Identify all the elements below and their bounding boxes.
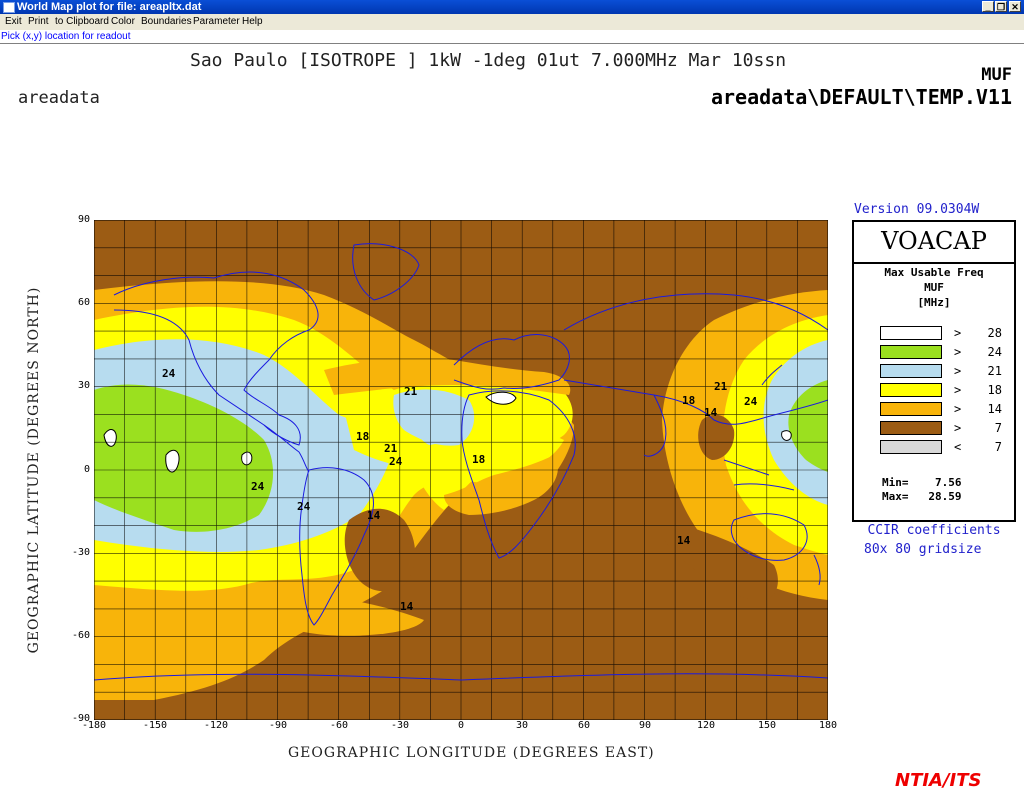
x-tick-label: 180 (818, 720, 838, 731)
x-tick-label: 0 (457, 720, 465, 731)
legend-value: 21 (987, 364, 1002, 378)
window-title: World Map plot for file: areapltx.dat (17, 1, 202, 13)
x-tick-label: 120 (696, 720, 716, 731)
menu-exit[interactable]: Exit (5, 14, 22, 30)
plot-title: Sao Paulo [ISOTROPE ] 1kW -1deg 01ut 7.0… (190, 50, 787, 71)
contour-label: 24 (744, 395, 758, 408)
x-tick-label: -90 (268, 720, 288, 731)
contour-label: 14 (367, 509, 381, 522)
version-label: Version 09.0304W (854, 202, 980, 217)
legend-value: 7 (994, 440, 1002, 454)
menu-color[interactable]: Color (111, 14, 135, 30)
menu-parameter[interactable]: Parameter (193, 14, 240, 30)
legend-compare: < (954, 440, 962, 454)
y-axis-label: GEOGRAPHIC LATITUDE (DEGREES NORTH) (26, 286, 42, 654)
legend-compare: > (954, 383, 962, 397)
legend-value: 24 (987, 345, 1002, 359)
x-tick-label: -180 (81, 720, 107, 731)
contour-label: 14 (677, 534, 691, 547)
contour-label: 18 (356, 430, 369, 443)
contour-label: 18 (472, 453, 485, 466)
legend-swatch (880, 402, 942, 416)
x-tick-label: -30 (390, 720, 410, 731)
y-tick-label: 30 (77, 380, 90, 391)
muf-contour-map[interactable]: 24 21 18 24 24 24 18 21 14 14 18 21 14 2… (94, 220, 828, 720)
max-value: Max= 28.59 (882, 490, 962, 503)
menu-help[interactable]: Help (242, 14, 263, 30)
contour-label: 24 (389, 455, 403, 468)
x-tick-label: -60 (329, 720, 349, 731)
voacap-brand: VOACAP (854, 222, 1014, 264)
contour-region-28 (781, 430, 792, 441)
legend-units: [MHz] (917, 296, 951, 309)
window-titlebar[interactable]: World Map plot for file: areapltx.dat _ … (0, 0, 1024, 14)
x-tick-label: 150 (757, 720, 777, 731)
contour-label: 21 (714, 380, 728, 393)
legend-swatch (880, 326, 942, 340)
legend-panel: VOACAP Max Usable Freq MUF [MHz] > 28 > … (852, 220, 1016, 522)
legend-swatch (880, 421, 942, 435)
legend-value: 14 (987, 402, 1002, 416)
legend-swatch (880, 345, 942, 359)
close-button[interactable]: ✕ (1009, 1, 1021, 12)
measure-label: MUF (981, 65, 1012, 85)
contour-label: 24 (162, 367, 176, 380)
contour-label: 21 (384, 442, 398, 455)
menu-bar: Exit Print to Clipboard Color Boundaries… (0, 14, 1024, 30)
legend-value: 7 (994, 421, 1002, 435)
y-tick-label: 0 (83, 464, 90, 475)
x-tick-label: -150 (142, 720, 168, 731)
y-tick-label: -60 (71, 630, 90, 641)
contour-label: 24 (251, 480, 265, 493)
contour-label: 21 (404, 385, 418, 398)
legend-subtitle: MUF (924, 281, 944, 294)
legend-compare: > (954, 364, 962, 378)
legend-compare: > (954, 421, 962, 435)
legend-value: 18 (987, 383, 1002, 397)
y-tick-label: -30 (71, 547, 90, 558)
y-tick-label: 90 (77, 214, 90, 225)
contour-label: 18 (682, 394, 695, 407)
minimize-button[interactable]: _ (982, 1, 994, 12)
menu-to-clipboard[interactable]: to Clipboard (55, 14, 109, 30)
readout-status: Pick (x,y) location for readout (1, 31, 131, 42)
x-tick-label: 30 (515, 720, 529, 731)
gridsize-label: 80x 80 gridsize (864, 542, 982, 557)
menu-boundaries[interactable]: Boundaries (141, 14, 192, 30)
ccir-label: CCIR coefficients (867, 523, 1001, 538)
x-tick-label: 90 (638, 720, 652, 731)
restore-button[interactable]: ❐ (995, 1, 1007, 12)
legend-compare: > (954, 326, 962, 340)
x-tick-label: -120 (203, 720, 229, 731)
ntia-its-logo: NTIA/ITS (895, 770, 982, 791)
x-tick-label: 60 (577, 720, 591, 731)
contour-label: 24 (297, 500, 311, 513)
dataset-label: areadata (18, 88, 100, 108)
contour-label: 14 (704, 406, 718, 419)
file-path: areadata\DEFAULT\TEMP.V11 (710, 85, 1012, 109)
legend-title: Max Usable Freq (884, 266, 984, 279)
legend-swatch (880, 440, 942, 454)
legend-swatch (880, 364, 942, 378)
legend-compare: > (954, 402, 962, 416)
x-axis-label: GEOGRAPHIC LONGITUDE (DEGREES EAST) (288, 745, 655, 761)
y-tick-label: 60 (77, 297, 90, 308)
legend-swatch (880, 383, 942, 397)
legend-compare: > (954, 345, 962, 359)
app-icon (3, 2, 15, 13)
menu-print[interactable]: Print (28, 14, 49, 30)
min-value: Min= 7.56 (882, 476, 962, 489)
legend-value: 28 (987, 326, 1002, 340)
contour-label: 14 (400, 600, 414, 613)
